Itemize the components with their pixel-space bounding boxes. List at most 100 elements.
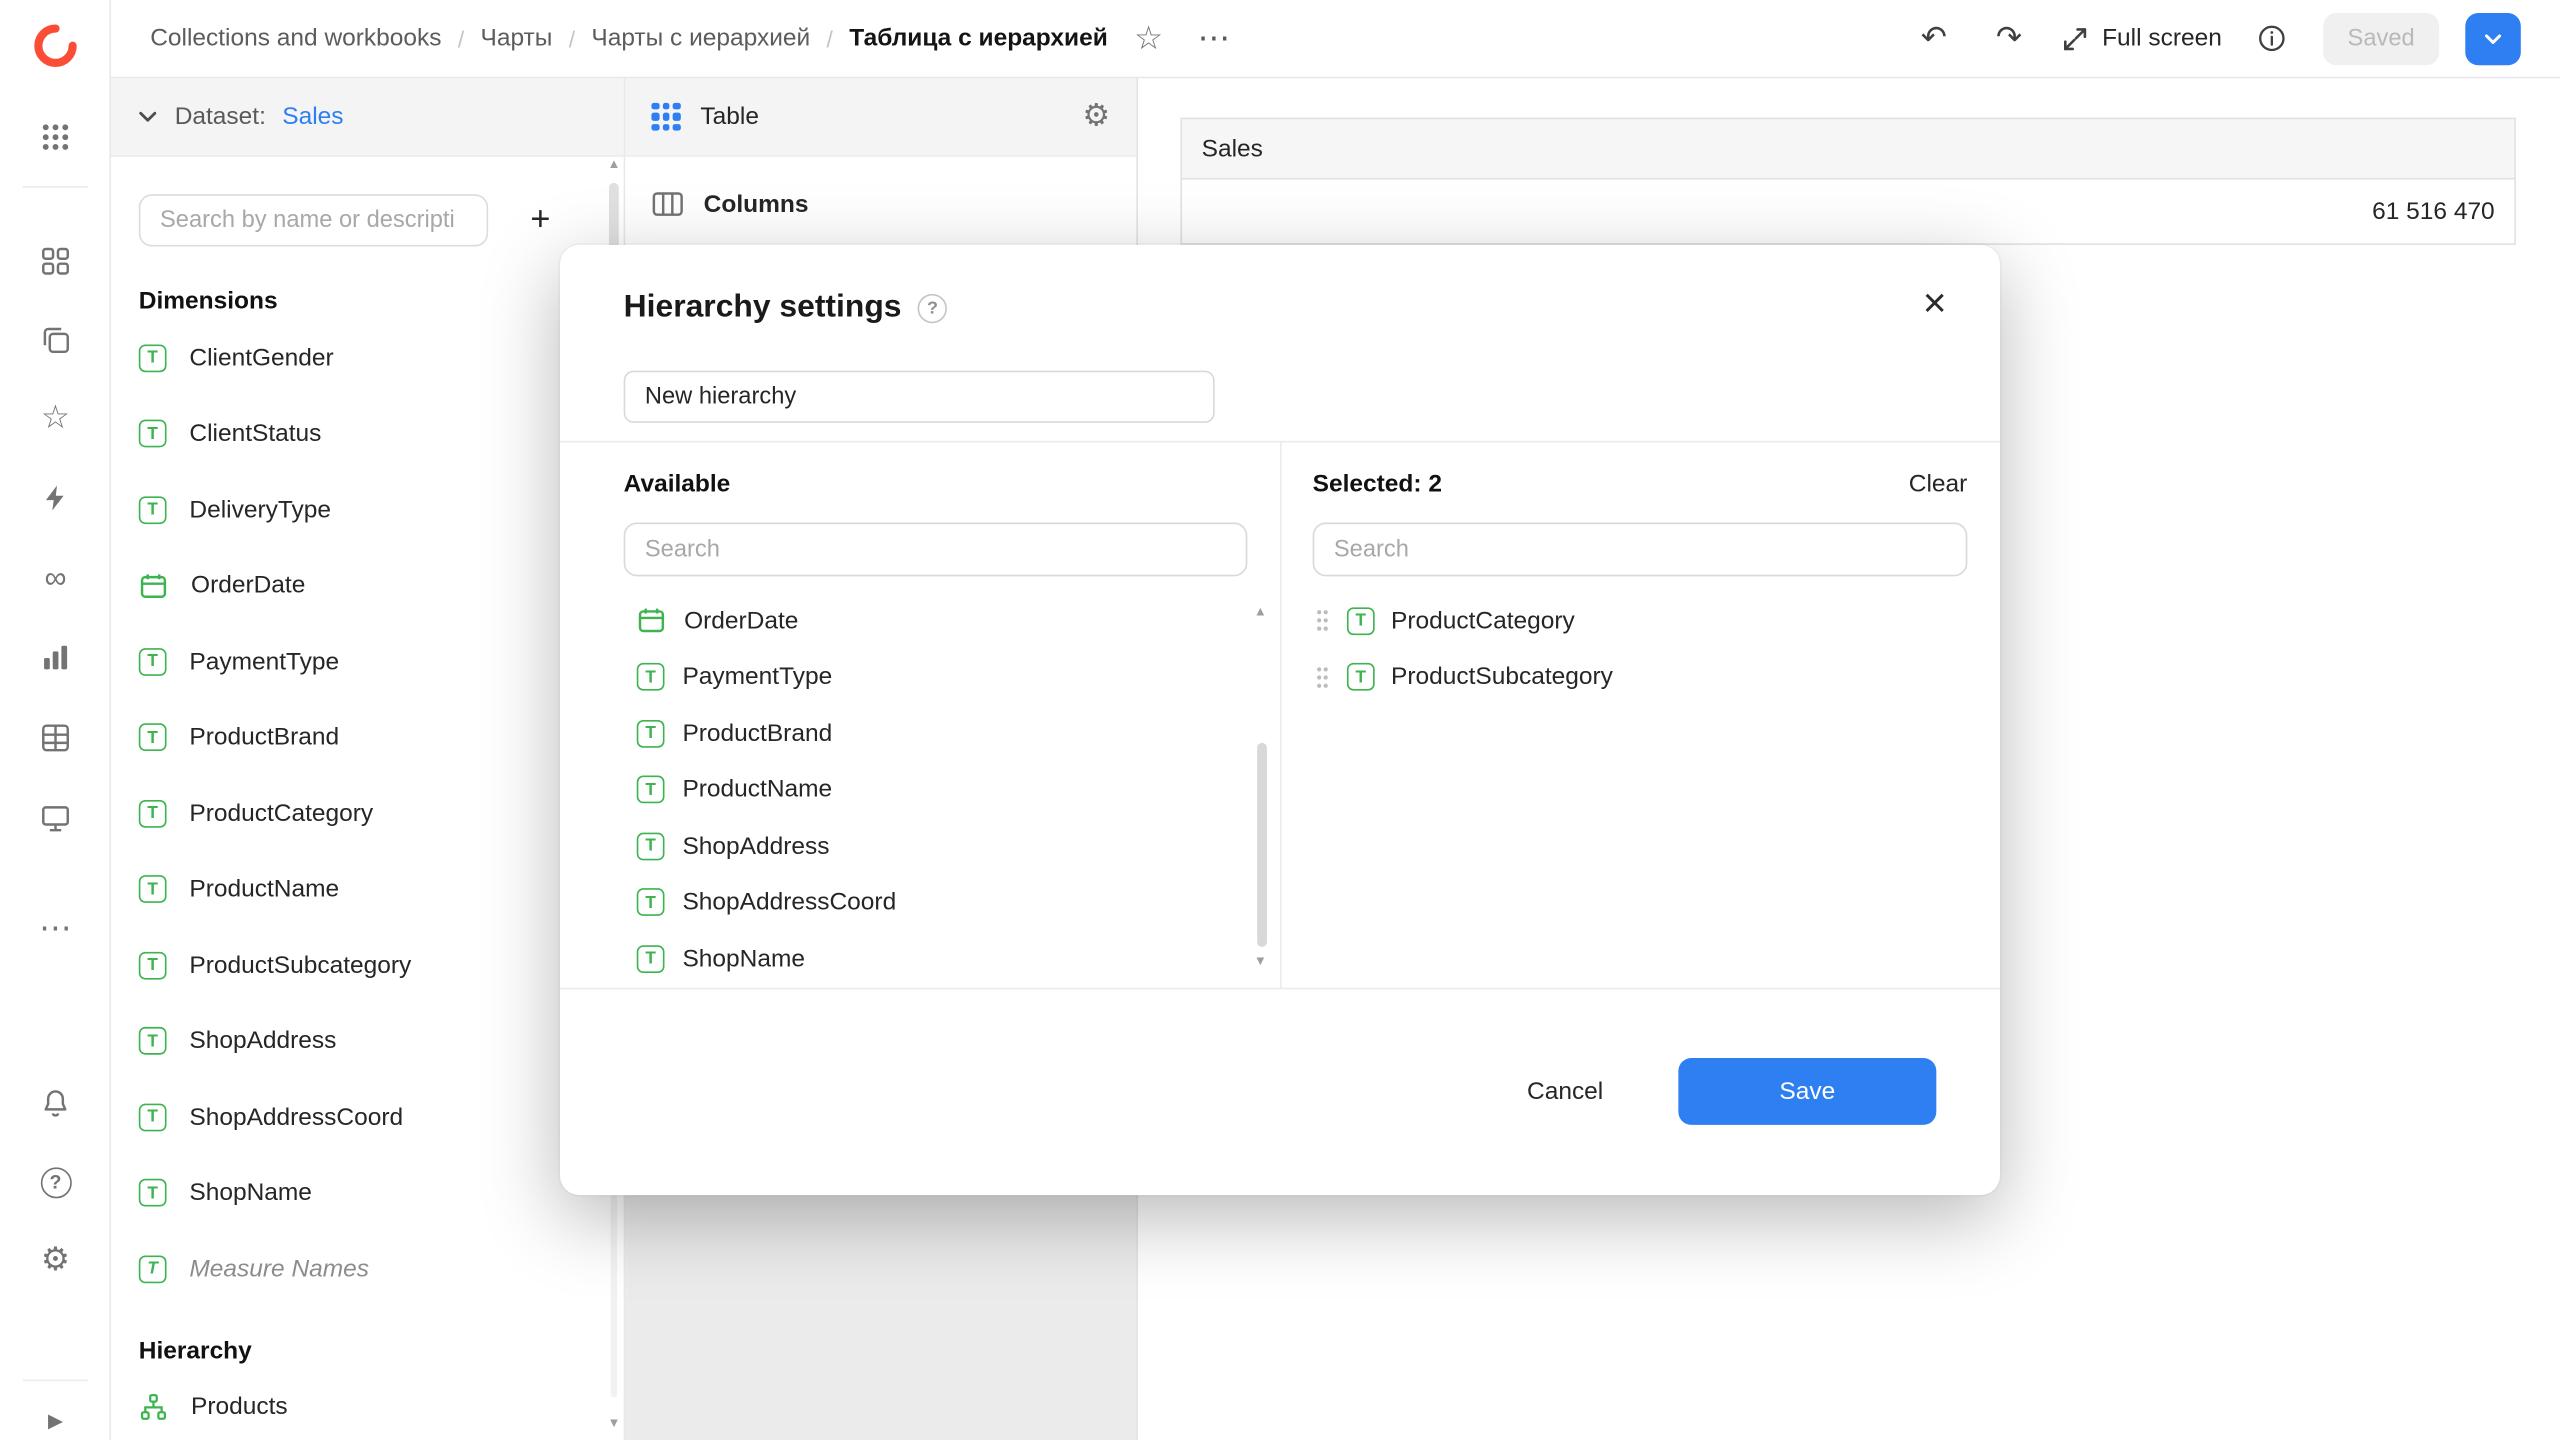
chevron-down-icon[interactable]: [137, 106, 158, 127]
hierarchy-item[interactable]: Products: [111, 1369, 624, 1440]
selected-list: ProductCategory ProductSubcategory: [1313, 593, 1968, 706]
selected-count-label: Selected: 2: [1313, 469, 1442, 497]
dashboards-icon[interactable]: [26, 232, 85, 291]
hierarchy-type-icon: [139, 1392, 168, 1421]
drag-handle-icon[interactable]: [1314, 608, 1330, 634]
available-item[interactable]: PaymentType: [624, 649, 1248, 705]
text-type-icon: [1347, 607, 1375, 635]
available-item[interactable]: ProductName: [624, 762, 1248, 818]
scroll-up-arrow[interactable]: ▲: [607, 157, 620, 172]
full-screen-button[interactable]: Full screen: [2060, 24, 2222, 53]
field-label: ShopName: [682, 945, 805, 973]
four-squares-glyph: [39, 245, 72, 278]
field-item[interactable]: ShopAddressCoord: [111, 1079, 624, 1155]
field-label: ProductSubcategory: [189, 951, 411, 979]
info-glyph: [2257, 23, 2288, 54]
apps-grid-icon[interactable]: [26, 108, 85, 167]
undo-icon[interactable]: ↶: [1909, 14, 1958, 63]
close-icon[interactable]: ×: [1912, 281, 1958, 327]
text-type-icon: [139, 648, 167, 676]
hierarchy-name-input[interactable]: [624, 371, 1215, 423]
field-search-input[interactable]: [139, 194, 488, 246]
field-item[interactable]: ProductBrand: [111, 700, 624, 776]
breadcrumb-folder[interactable]: Чарты с иерархией: [591, 24, 810, 52]
field-item[interactable]: ShopName: [111, 1155, 624, 1231]
field-item[interactable]: ProductCategory: [111, 776, 624, 852]
more-actions-icon[interactable]: ⋯: [1189, 14, 1238, 63]
help-question-icon[interactable]: ?: [918, 293, 947, 322]
field-item[interactable]: ProductName: [111, 851, 624, 927]
dataset-name-link[interactable]: Sales: [282, 103, 343, 131]
favorites-star-icon[interactable]: ☆: [26, 389, 85, 448]
text-type-icon: [1347, 663, 1375, 691]
hierarchy-settings-dialog: Hierarchy settings ? × Available OrderDa…: [560, 245, 2000, 1195]
drag-handle-icon[interactable]: [1314, 664, 1330, 690]
save-dropdown-button[interactable]: [2465, 12, 2521, 64]
available-item[interactable]: ShopAddressCoord: [624, 874, 1248, 930]
field-item[interactable]: ClientStatus: [111, 396, 624, 472]
breadcrumb-collections[interactable]: Collections and workbooks: [150, 24, 441, 52]
selected-item[interactable]: ProductCategory: [1313, 593, 1968, 649]
available-item[interactable]: ShopAddress: [624, 818, 1248, 874]
info-icon[interactable]: [2248, 14, 2297, 63]
chart-type-label[interactable]: Table: [700, 103, 759, 131]
save-button[interactable]: Save: [1678, 1058, 1936, 1125]
workbooks-icon[interactable]: [26, 310, 85, 369]
available-item[interactable]: ShopName: [624, 931, 1248, 987]
help-icon[interactable]: ?: [26, 1153, 85, 1212]
monitoring-icon[interactable]: [26, 789, 85, 848]
expand-rail-icon[interactable]: ▶: [26, 1391, 85, 1440]
available-item[interactable]: OrderDate: [624, 593, 1248, 649]
available-item[interactable]: ProductBrand: [624, 705, 1248, 761]
editor-lightning-icon[interactable]: [26, 469, 85, 528]
field-label: ShopAddressCoord: [682, 889, 896, 917]
charts-icon[interactable]: [26, 629, 85, 688]
cancel-button[interactable]: Cancel: [1485, 1058, 1646, 1125]
list-scroll-down-arrow[interactable]: ▼: [1254, 953, 1267, 968]
columns-section[interactable]: Columns: [625, 157, 1136, 253]
settings-gear-icon[interactable]: ⚙: [26, 1231, 85, 1290]
field-label: Products: [191, 1393, 288, 1421]
redo-icon[interactable]: ↷: [1985, 14, 2034, 63]
text-type-icon: [637, 663, 665, 691]
lightning-glyph: [41, 483, 70, 512]
table-grid-glyph: [39, 722, 72, 755]
selected-search-input[interactable]: [1313, 522, 1968, 576]
field-item-measure-names[interactable]: Measure Names: [111, 1231, 624, 1307]
available-search-input[interactable]: [624, 522, 1248, 576]
text-type-icon: [637, 776, 665, 804]
field-item[interactable]: ProductSubcategory: [111, 927, 624, 1003]
clear-button[interactable]: Clear: [1909, 469, 1968, 497]
saved-button[interactable]: Saved: [2323, 12, 2439, 64]
text-type-icon: [139, 951, 167, 979]
add-field-button[interactable]: +: [514, 194, 566, 246]
datalens-logo[interactable]: [26, 16, 85, 75]
selected-column: Selected: 2 Clear ProductCategory: [1313, 442, 1968, 705]
field-item[interactable]: ShopAddress: [111, 1003, 624, 1079]
breadcrumb-separator: /: [458, 25, 464, 51]
field-item[interactable]: DeliveryType: [111, 472, 624, 548]
field-item[interactable]: PaymentType: [111, 624, 624, 700]
dimensions-header: Dimensions: [139, 287, 624, 315]
favorite-star-icon[interactable]: ☆: [1124, 14, 1173, 63]
infinity-icon[interactable]: ∞: [26, 549, 85, 608]
notifications-bell-icon[interactable]: [26, 1074, 85, 1133]
preview-total-value: 61 516 470: [2372, 198, 2495, 226]
rail-more-icon[interactable]: ⋯: [26, 900, 85, 959]
text-type-icon: [139, 496, 167, 524]
chart-settings-gear-icon[interactable]: ⚙: [1082, 98, 1110, 136]
available-list: OrderDate PaymentType ProductBrand Produ…: [624, 593, 1248, 987]
columns-icon: [651, 188, 684, 221]
list-scrollbar-thumb[interactable]: [1257, 743, 1267, 947]
datasets-table-icon[interactable]: [26, 709, 85, 768]
field-item[interactable]: ClientGender: [111, 320, 624, 396]
field-search-row: +: [139, 194, 598, 246]
selected-item[interactable]: ProductSubcategory: [1313, 649, 1968, 705]
date-type-icon: [139, 571, 168, 600]
field-label: ProductBrand: [189, 724, 339, 752]
breadcrumb-charts[interactable]: Чарты: [481, 24, 553, 52]
field-item[interactable]: OrderDate: [111, 548, 624, 624]
scroll-down-arrow[interactable]: ▼: [607, 1416, 620, 1431]
field-label: ProductSubcategory: [1391, 663, 1613, 691]
list-scroll-up-arrow[interactable]: ▲: [1254, 604, 1267, 619]
